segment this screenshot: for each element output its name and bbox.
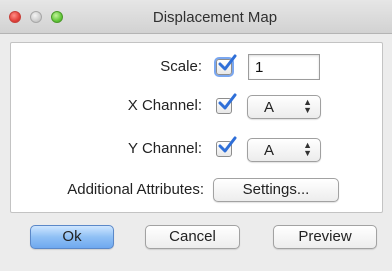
close-window-button[interactable] <box>9 11 21 23</box>
scale-label: Scale: <box>160 58 202 75</box>
scale-input[interactable]: 1 <box>248 54 320 80</box>
updown-arrows-icon: ▲ ▼ <box>303 140 312 158</box>
checkmark-icon <box>218 93 237 110</box>
ok-button[interactable]: Ok <box>30 225 114 249</box>
settings-button[interactable]: Settings... <box>213 178 339 202</box>
updown-arrows-icon: ▲ ▼ <box>303 97 312 115</box>
scale-checkbox[interactable] <box>216 54 237 75</box>
preview-button[interactable]: Preview <box>273 225 377 249</box>
x-channel-label: X Channel: <box>127 97 202 114</box>
x-channel-value: A <box>264 99 275 116</box>
y-channel-label: Y Channel: <box>128 140 202 157</box>
title-bar: Displacement Map <box>0 0 392 34</box>
checkmark-icon <box>218 136 237 153</box>
y-channel-checkbox[interactable] <box>216 136 237 157</box>
cancel-button[interactable]: Cancel <box>145 225 240 249</box>
x-channel-select[interactable]: A ▲ ▼ <box>247 95 321 119</box>
y-channel-value: A <box>264 142 275 159</box>
checkmark-icon <box>218 54 237 71</box>
window-title: Displacement Map <box>152 9 278 26</box>
zoom-window-button[interactable] <box>51 11 63 23</box>
additional-attributes-label: Additional Attributes: <box>67 181 204 198</box>
minimize-window-button[interactable] <box>30 11 42 23</box>
y-channel-select[interactable]: A ▲ ▼ <box>247 138 321 162</box>
x-channel-checkbox[interactable] <box>216 93 237 114</box>
dialog-window: Displacement Map Scale: 1 X Channel: A ▲… <box>0 0 392 271</box>
